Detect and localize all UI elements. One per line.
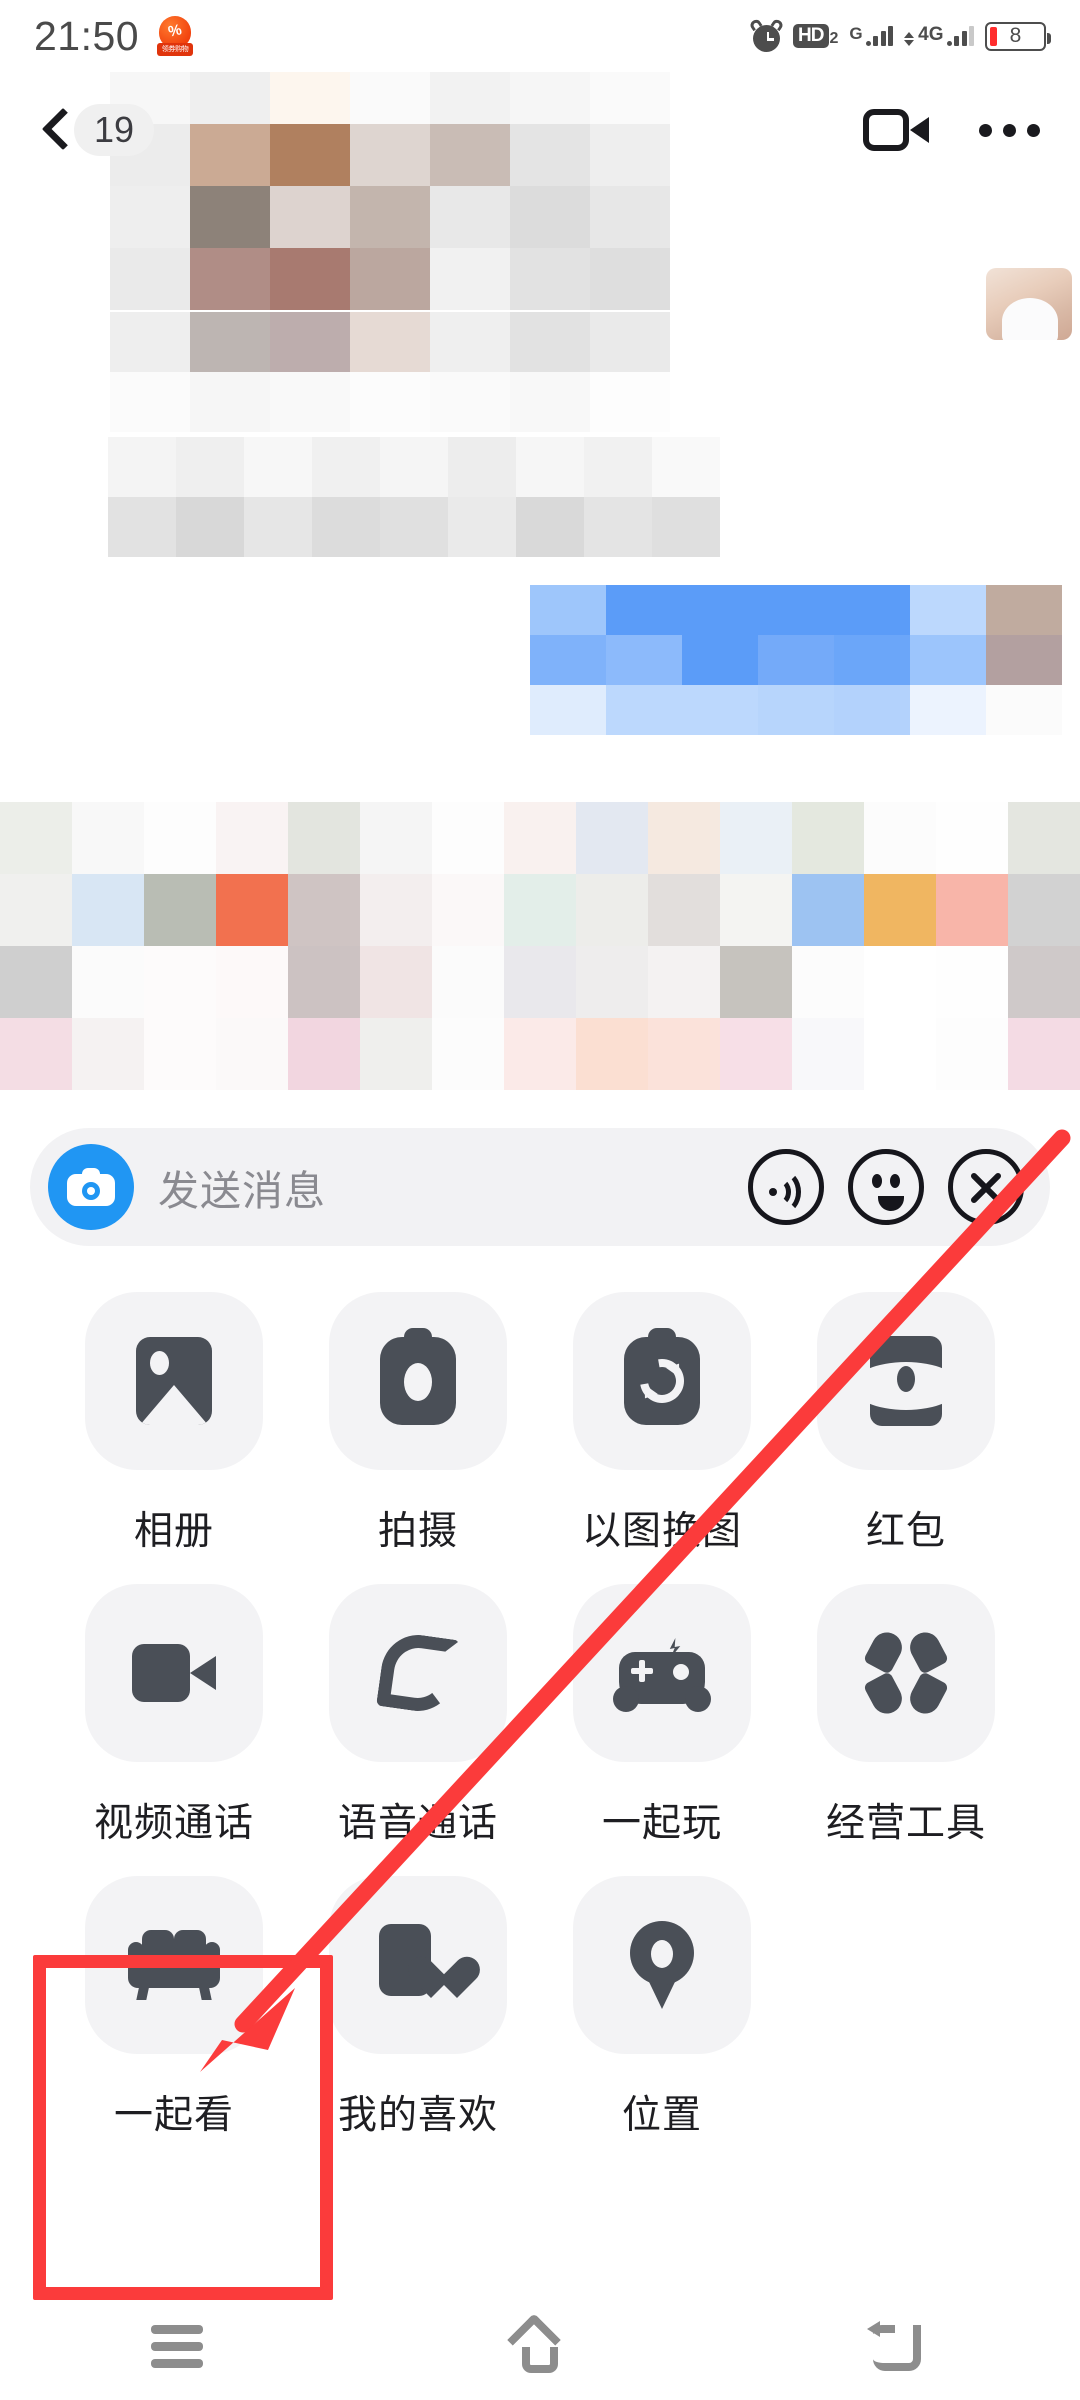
gamepad-icon[interactable] — [573, 1584, 751, 1762]
system-navigation-bar — [0, 2292, 1080, 2400]
video-call-icon[interactable] — [85, 1584, 263, 1762]
favorites-heart-icon[interactable] — [329, 1876, 507, 2054]
message-input-area: 发送消息 — [0, 1096, 1080, 1282]
home-icon[interactable] — [495, 2311, 585, 2381]
red-packet-icon[interactable] — [817, 1292, 995, 1470]
status-bar: 21:50 领券购物 HD 2 G 4G — [0, 0, 1080, 72]
attachment-item-album[interactable]: 相册 — [52, 1292, 296, 1556]
header-right-group — [863, 107, 1040, 153]
battery-level: 8 — [1009, 24, 1022, 47]
status-bar-left: 21:50 领券购物 — [34, 12, 194, 60]
annotation-highlight-box — [33, 1955, 333, 2300]
attachment-item-image-swap[interactable]: 以图换图 — [540, 1292, 784, 1556]
chevron-left-icon[interactable] — [40, 108, 66, 152]
photo-album-icon[interactable] — [85, 1292, 263, 1470]
signal-2-label: 4G — [918, 24, 944, 45]
attachment-item-location[interactable]: 位置 — [540, 1876, 784, 2140]
attachment-item-red-packet[interactable]: 红包 — [784, 1292, 1028, 1556]
attachment-label: 红包 — [865, 1510, 946, 1553]
attachment-label: 我的喜欢 — [337, 2094, 498, 2137]
recents-menu-icon[interactable] — [135, 2311, 225, 2381]
status-bar-right: HD 2 G 4G 8 — [748, 17, 1051, 52]
attachment-label: 拍摄 — [377, 1510, 458, 1553]
back-arrow-icon[interactable] — [855, 2311, 945, 2381]
message-input-bar[interactable]: 发送消息 — [30, 1128, 1050, 1246]
attachment-label: 一起玩 — [601, 1802, 722, 1845]
location-pin-icon[interactable] — [573, 1876, 751, 2054]
redacted-card-block — [0, 802, 1080, 1092]
attachment-item-play-together[interactable]: 一起玩 — [540, 1584, 784, 1848]
image-swap-icon[interactable] — [573, 1292, 751, 1470]
redacted-message-block — [108, 437, 720, 557]
attachment-row: 相册 拍摄 以图换图 红包 — [0, 1292, 1080, 1556]
redacted-message-block — [110, 312, 670, 432]
redacted-outgoing-bubble — [530, 585, 1062, 735]
sound-wave-icon[interactable] — [748, 1149, 824, 1225]
video-camera-icon[interactable] — [863, 107, 929, 153]
status-time: 21:50 — [34, 12, 140, 59]
close-x-icon[interactable] — [948, 1149, 1024, 1225]
app-badge-tag: 领券购物 — [157, 43, 194, 56]
more-horizontal-icon[interactable] — [979, 123, 1040, 137]
attachment-item-voice-call[interactable]: 语音通话 — [296, 1584, 540, 1848]
attachment-label: 经营工具 — [825, 1802, 986, 1845]
header-left-group[interactable]: 19 — [40, 104, 155, 156]
business-tools-icon[interactable] — [817, 1584, 995, 1762]
hd-label: HD — [793, 24, 829, 48]
hd-sub-label: 2 — [829, 29, 839, 47]
chat-header: 19 — [0, 72, 1080, 188]
camera-icon[interactable] — [48, 1144, 134, 1230]
attachment-label: 相册 — [133, 1510, 214, 1553]
attachment-item-business-tools[interactable]: 经营工具 — [784, 1584, 1028, 1848]
attachment-item-shoot[interactable]: 拍摄 — [296, 1292, 540, 1556]
phone-call-icon[interactable] — [329, 1584, 507, 1762]
attachment-item-video-call[interactable]: 视频通话 — [52, 1584, 296, 1848]
alarm-clock-icon — [748, 17, 785, 52]
signal-1-icon: G — [849, 24, 894, 46]
attachment-item-empty — [784, 1876, 1028, 2140]
unread-count-badge[interactable]: 19 — [74, 104, 155, 156]
attachment-label: 视频通话 — [93, 1802, 254, 1845]
contact-avatar[interactable] — [986, 268, 1072, 340]
attachment-row: 视频通话 语音通话 一起玩 经营工具 — [0, 1584, 1080, 1848]
attachment-label: 语音通话 — [337, 1802, 498, 1845]
smiley-face-icon[interactable] — [848, 1149, 924, 1225]
hd-voice-icon: HD 2 — [793, 24, 838, 48]
signal-2-icon: 4G — [904, 24, 974, 46]
message-input-placeholder[interactable]: 发送消息 — [158, 1157, 724, 1217]
camera-shoot-icon[interactable] — [329, 1292, 507, 1470]
chat-message-list[interactable] — [0, 72, 1080, 1092]
attachment-label: 位置 — [621, 2094, 702, 2137]
battery-icon: 8 — [985, 21, 1051, 51]
phone-screen: 21:50 领券购物 HD 2 G 4G — [0, 0, 1080, 2400]
app-notification-icon: 领券购物 — [157, 16, 194, 56]
signal-1-label: G — [849, 24, 863, 43]
attachment-label: 以图换图 — [581, 1510, 742, 1553]
